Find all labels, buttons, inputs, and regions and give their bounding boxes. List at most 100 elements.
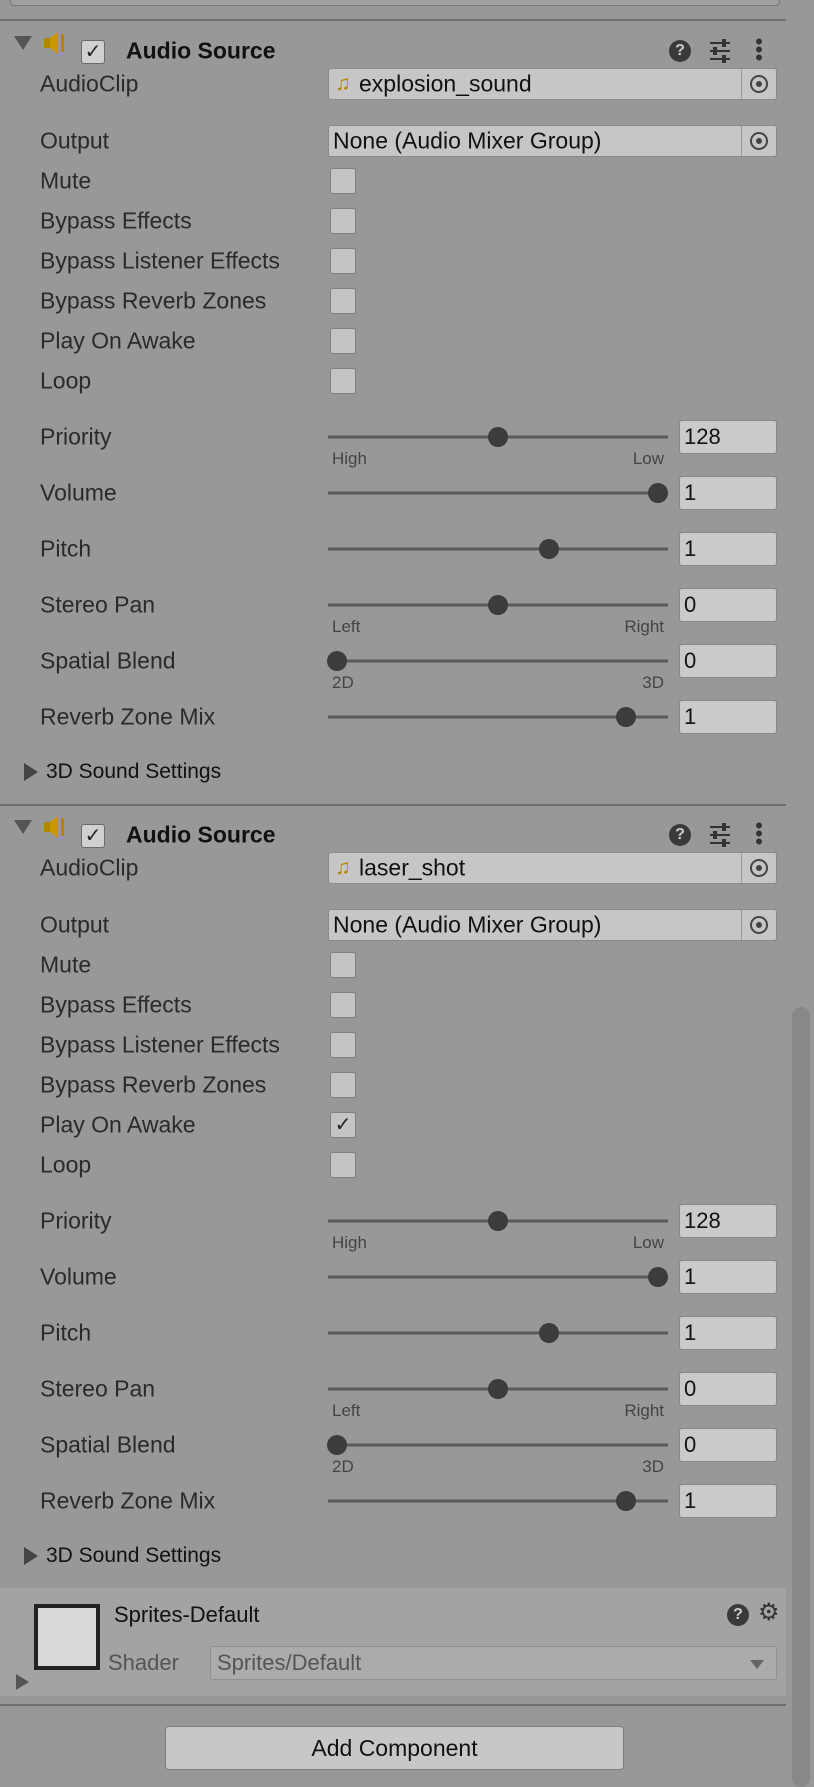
audioclip-label: AudioClip bbox=[40, 854, 139, 881]
volume-label: Volume bbox=[40, 479, 117, 506]
stereo-pan-min-label: Left bbox=[332, 1401, 361, 1420]
reverb-zone-mix-value-field[interactable]: 1 bbox=[679, 700, 777, 734]
spatial-blend-slider-track[interactable] bbox=[328, 1443, 668, 1447]
audioclip-value: laser_shot bbox=[359, 854, 466, 881]
pitch-slider-track[interactable] bbox=[328, 1331, 668, 1335]
material-foldout-arrow-icon[interactable] bbox=[16, 1674, 29, 1690]
volume-slider-thumb[interactable] bbox=[648, 483, 668, 503]
mute-checkbox[interactable] bbox=[330, 168, 356, 194]
volume-value-field[interactable]: 1 bbox=[679, 1260, 777, 1294]
output-field[interactable]: None (Audio Mixer Group) bbox=[328, 125, 777, 157]
separator bbox=[0, 1704, 786, 1706]
component-enabled-checkbox[interactable]: ✓ bbox=[81, 824, 105, 848]
more-options-icon[interactable]: • • • bbox=[752, 31, 766, 69]
object-picker-icon[interactable] bbox=[741, 126, 776, 156]
stereo-pan-value-field[interactable]: 0 bbox=[679, 1372, 777, 1406]
help-icon[interactable]: ? bbox=[669, 40, 691, 62]
help-icon[interactable]: ? bbox=[727, 1604, 749, 1626]
foldout-arrow-icon[interactable] bbox=[14, 36, 32, 50]
foldout-arrow-icon[interactable] bbox=[14, 820, 32, 834]
play-on-awake-checkbox[interactable] bbox=[330, 328, 356, 354]
priority-min-label: High bbox=[332, 1233, 367, 1252]
scrollbar-thumb[interactable] bbox=[792, 1007, 810, 1787]
component-header: ✓ Audio Source? • • • bbox=[0, 804, 786, 853]
spatial-blend-label: Spatial Blend bbox=[40, 1431, 176, 1458]
bypass-reverb-zones-checkbox[interactable] bbox=[330, 1072, 356, 1098]
pitch-label: Pitch bbox=[40, 535, 92, 562]
spatial-blend-min-label: 2D bbox=[332, 1457, 354, 1476]
bypass-listener-effects-label: Bypass Listener Effects bbox=[40, 1031, 280, 1058]
volume-slider-track[interactable] bbox=[328, 1275, 668, 1279]
priority-slider-thumb[interactable] bbox=[487, 427, 508, 447]
add-component-button[interactable]: Add Component bbox=[165, 1726, 624, 1770]
object-picker-icon[interactable] bbox=[741, 853, 776, 883]
stereo-pan-label: Stereo Pan bbox=[40, 591, 156, 618]
bypass-effects-checkbox[interactable] bbox=[330, 992, 356, 1018]
audioclip-field[interactable]: ♫ laser_shot bbox=[328, 852, 777, 884]
bypass-reverb-zones-label: Bypass Reverb Zones bbox=[40, 1071, 267, 1098]
component-enabled-checkbox[interactable]: ✓ bbox=[81, 40, 105, 64]
audio-source-component: ✓ Audio Source? • • • AudioClip ♫ explosion_sou… bbox=[0, 20, 786, 804]
presets-icon[interactable] bbox=[708, 38, 732, 64]
output-field[interactable]: None (Audio Mixer Group) bbox=[328, 909, 777, 941]
priority-value-field[interactable]: 128 bbox=[679, 420, 777, 454]
spatial-blend-value-field[interactable]: 0 bbox=[679, 644, 777, 678]
gear-icon[interactable]: ⚙ bbox=[758, 1600, 782, 1626]
loop-checkbox[interactable] bbox=[330, 1152, 356, 1178]
pitch-value-field[interactable]: 1 bbox=[679, 1316, 777, 1350]
reverb-zone-mix-slider-thumb[interactable] bbox=[615, 707, 636, 727]
priority-slider-thumb[interactable] bbox=[487, 1211, 508, 1231]
priority-min-label: High bbox=[332, 449, 367, 468]
stereo-pan-slider-thumb[interactable] bbox=[487, 1379, 508, 1399]
spatial-blend-slider-thumb[interactable] bbox=[327, 651, 347, 671]
pitch-slider-thumb[interactable] bbox=[538, 539, 559, 559]
bypass-effects-checkbox[interactable] bbox=[330, 208, 356, 234]
stereo-pan-min-label: Left bbox=[332, 617, 361, 636]
audioclip-value: explosion_sound bbox=[359, 70, 532, 97]
volume-slider-thumb[interactable] bbox=[648, 1267, 668, 1287]
3d-sound-settings-foldout[interactable]: 3D Sound Settings bbox=[46, 760, 221, 784]
pitch-slider-track[interactable] bbox=[328, 547, 668, 551]
spatial-blend-slider-track[interactable] bbox=[328, 659, 668, 663]
shader-value: Sprites/Default bbox=[217, 1650, 362, 1675]
output-value: None (Audio Mixer Group) bbox=[333, 127, 602, 154]
foldout-arrow-icon[interactable] bbox=[24, 1547, 38, 1565]
pitch-value-field[interactable]: 1 bbox=[679, 532, 777, 566]
output-value: None (Audio Mixer Group) bbox=[333, 911, 602, 938]
bypass-reverb-zones-checkbox[interactable] bbox=[330, 288, 356, 314]
spatial-blend-value-field[interactable]: 0 bbox=[679, 1428, 777, 1462]
more-options-icon[interactable]: • • • bbox=[752, 815, 766, 853]
3d-sound-settings-foldout[interactable]: 3D Sound Settings bbox=[46, 1544, 221, 1568]
output-label: Output bbox=[40, 911, 110, 938]
play-on-awake-checkbox[interactable]: ✓ bbox=[330, 1112, 356, 1138]
loop-checkbox[interactable] bbox=[330, 368, 356, 394]
help-icon[interactable]: ? bbox=[669, 824, 691, 846]
reverb-zone-mix-label: Reverb Zone Mix bbox=[40, 703, 216, 730]
chevron-down-icon bbox=[750, 1660, 764, 1669]
material-preview-thumbnail[interactable] bbox=[34, 1604, 100, 1670]
mute-checkbox[interactable] bbox=[330, 952, 356, 978]
reverb-zone-mix-slider-thumb[interactable] bbox=[615, 1491, 636, 1511]
object-picker-icon[interactable] bbox=[741, 910, 776, 940]
stereo-pan-label: Stereo Pan bbox=[40, 1375, 156, 1402]
pitch-slider-thumb[interactable] bbox=[538, 1323, 559, 1343]
volume-value-field[interactable]: 1 bbox=[679, 476, 777, 510]
stereo-pan-value-field[interactable]: 0 bbox=[679, 588, 777, 622]
volume-slider-track[interactable] bbox=[328, 491, 668, 495]
spatial-blend-slider-thumb[interactable] bbox=[327, 1435, 347, 1455]
reverb-zone-mix-value-field[interactable]: 1 bbox=[679, 1484, 777, 1518]
bypass-listener-effects-checkbox[interactable] bbox=[330, 1032, 356, 1058]
priority-label: Priority bbox=[40, 423, 112, 450]
presets-icon[interactable] bbox=[708, 822, 732, 848]
object-picker-icon[interactable] bbox=[741, 69, 776, 99]
bypass-listener-effects-checkbox[interactable] bbox=[330, 248, 356, 274]
shader-dropdown[interactable]: Sprites/Default bbox=[210, 1646, 777, 1680]
loop-label: Loop bbox=[40, 367, 92, 394]
previous-component-frame bbox=[10, 0, 780, 6]
stereo-pan-slider-thumb[interactable] bbox=[487, 595, 508, 615]
priority-value-field[interactable]: 128 bbox=[679, 1204, 777, 1238]
audioclip-field[interactable]: ♫ explosion_sound bbox=[328, 68, 777, 100]
play-on-awake-label: Play On Awake bbox=[40, 327, 196, 354]
pitch-label: Pitch bbox=[40, 1319, 92, 1346]
foldout-arrow-icon[interactable] bbox=[24, 763, 38, 781]
